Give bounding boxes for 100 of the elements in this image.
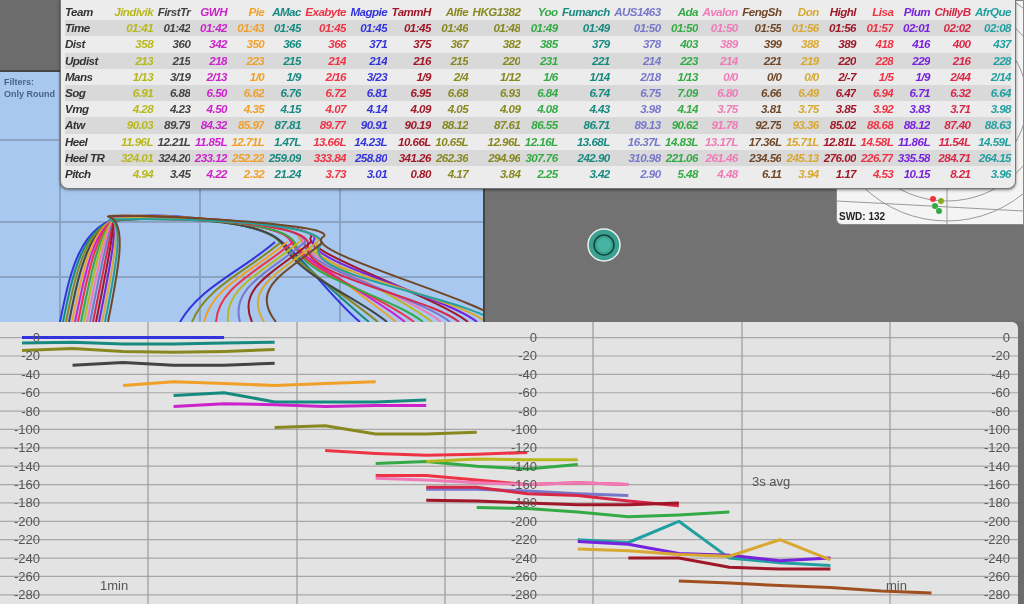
table-cell: 262.36 <box>430 149 469 167</box>
chart-note: 1min <box>100 578 129 593</box>
table-cell: 219 <box>781 52 819 69</box>
table-cell-text: 0.80 <box>409 166 431 183</box>
table-cell-text: 4.08 <box>536 101 558 118</box>
table-cell: 88.12 <box>893 117 930 134</box>
table-cell: 02:02 <box>929 20 971 37</box>
table-cell: 6.91 <box>109 85 154 102</box>
table-cell-text: 2/14 <box>989 68 1011 85</box>
table-cell: 218 <box>190 52 227 69</box>
table-cell-text: 0/0 <box>765 68 782 85</box>
table-cell: 91.78 <box>697 117 738 134</box>
table-cell: 01:42 <box>190 20 227 37</box>
table-cell: 89.77 <box>300 117 346 134</box>
table-cell-text: 13.17L <box>703 133 738 150</box>
table-cell: 01:41 <box>109 20 154 37</box>
table-cell: 6.80 <box>697 85 738 102</box>
table-cell-text: 385 <box>538 36 558 53</box>
table-cell: 216 <box>387 52 431 69</box>
table-cell-text: 3.98 <box>639 101 661 118</box>
axis-label: -260 <box>13 568 40 584</box>
table-cell-text: 4.14 <box>676 101 698 118</box>
table-cell-text: 1/12 <box>498 68 521 85</box>
table-cell-text: 12.21L <box>156 133 191 150</box>
axis-label: -140 <box>13 458 40 474</box>
table-cell: 6.72 <box>300 85 346 102</box>
table-cell: 221.06 <box>660 149 698 167</box>
table-cell-text: 1/13 <box>676 68 698 85</box>
table-cell-text: 416 <box>911 36 930 53</box>
table-cell: 6.88 <box>153 85 191 102</box>
team-name: TammH <box>390 4 431 20</box>
table-cell: 276.00 <box>818 149 856 167</box>
table-cell-text: 4.22 <box>205 166 227 183</box>
table-cell-text: 4.07 <box>324 101 346 118</box>
table-cell: 324.01 <box>109 149 154 167</box>
table-cell-text: 382 <box>501 36 521 53</box>
axis-label: -260 <box>510 568 537 584</box>
table-cell-text: 371 <box>368 36 388 53</box>
row-label: Vmg <box>65 101 90 118</box>
team-name: Don <box>796 4 819 20</box>
table-cell: 223 <box>226 52 265 69</box>
table-cell-text: 437 <box>992 36 1011 53</box>
row-label: Heel <box>65 133 89 150</box>
table-cell: 01:55 <box>737 20 782 37</box>
team-name: HKG1382 <box>471 4 521 20</box>
table-cell: 6.95 <box>387 85 431 102</box>
table-cell: 90.91 <box>345 117 388 134</box>
table-cell-text: 4.17 <box>446 166 469 183</box>
table-cell-text: 3.75 <box>797 101 819 118</box>
table-cell-text: 378 <box>641 36 661 53</box>
table-cell-text: 3.92 <box>871 101 894 118</box>
table-cell-text: 12.16L <box>523 133 558 150</box>
table-cell-text: 12.96L <box>486 133 521 150</box>
table-cell: 6.94 <box>856 85 894 102</box>
team-name: Magpie <box>349 4 388 20</box>
table-cell-text: 10.66L <box>397 133 431 150</box>
table-cell: 233.12 <box>190 149 227 167</box>
table-cell: 264.15 <box>970 149 1011 167</box>
table-cell: 6.74 <box>557 85 610 102</box>
axis-label: -260 <box>983 568 1010 584</box>
table-cell: 6.68 <box>430 85 469 102</box>
axis-label: -40 <box>21 366 40 382</box>
table-cell: 01:42 <box>153 20 191 37</box>
table-cell: 259.09 <box>264 149 301 167</box>
table-cell-text: 3.42 <box>588 166 610 183</box>
table-cell-text: 3.96 <box>989 166 1011 183</box>
table-cell: 6.93 <box>468 85 521 102</box>
axis-label: -60 <box>991 385 1010 401</box>
table-cell-text: 3.81 <box>760 101 782 118</box>
axis-label: -240 <box>983 550 1010 566</box>
table-cell-text: 2/18 <box>639 68 661 85</box>
table-cell: 01:45 <box>345 20 388 37</box>
table-cell-text: 2/4 <box>452 68 469 85</box>
table-cell-text: 3.75 <box>716 101 738 118</box>
table-cell: 221 <box>737 52 782 69</box>
chart-note: 3s avg <box>752 474 791 489</box>
table-cell: 258.80 <box>345 149 388 167</box>
table-cell-text: 1/14 <box>588 68 610 85</box>
table-cell: 324.20 <box>153 149 191 167</box>
table-cell-text: 21.24 <box>273 166 301 183</box>
table-cell: 215 <box>153 52 191 69</box>
table-cell: 229 <box>893 52 930 69</box>
axis-label: -40 <box>518 366 537 382</box>
table-cell: 85.97 <box>226 117 265 134</box>
table-cell: 01:57 <box>856 20 894 37</box>
table-cell: 6.50 <box>190 85 227 102</box>
table-cell-text: 1/9 <box>285 68 301 85</box>
table-cell-text: 366 <box>282 36 301 53</box>
table-cell: 231 <box>520 52 558 69</box>
table-cell-text: 11.54L <box>937 133 971 150</box>
axis-label: -220 <box>510 532 537 548</box>
axis-label: -120 <box>13 440 40 456</box>
row-label: Mans <box>65 68 94 85</box>
table-cell: 6.47 <box>818 85 856 102</box>
axis-label: 0 <box>1002 330 1010 346</box>
table-cell-text: 1/0 <box>248 68 265 85</box>
axis-label: -20 <box>518 348 537 364</box>
table-cell: 226.77 <box>856 149 894 167</box>
table-cell: 214 <box>697 52 738 69</box>
axis-label: -120 <box>983 440 1010 456</box>
